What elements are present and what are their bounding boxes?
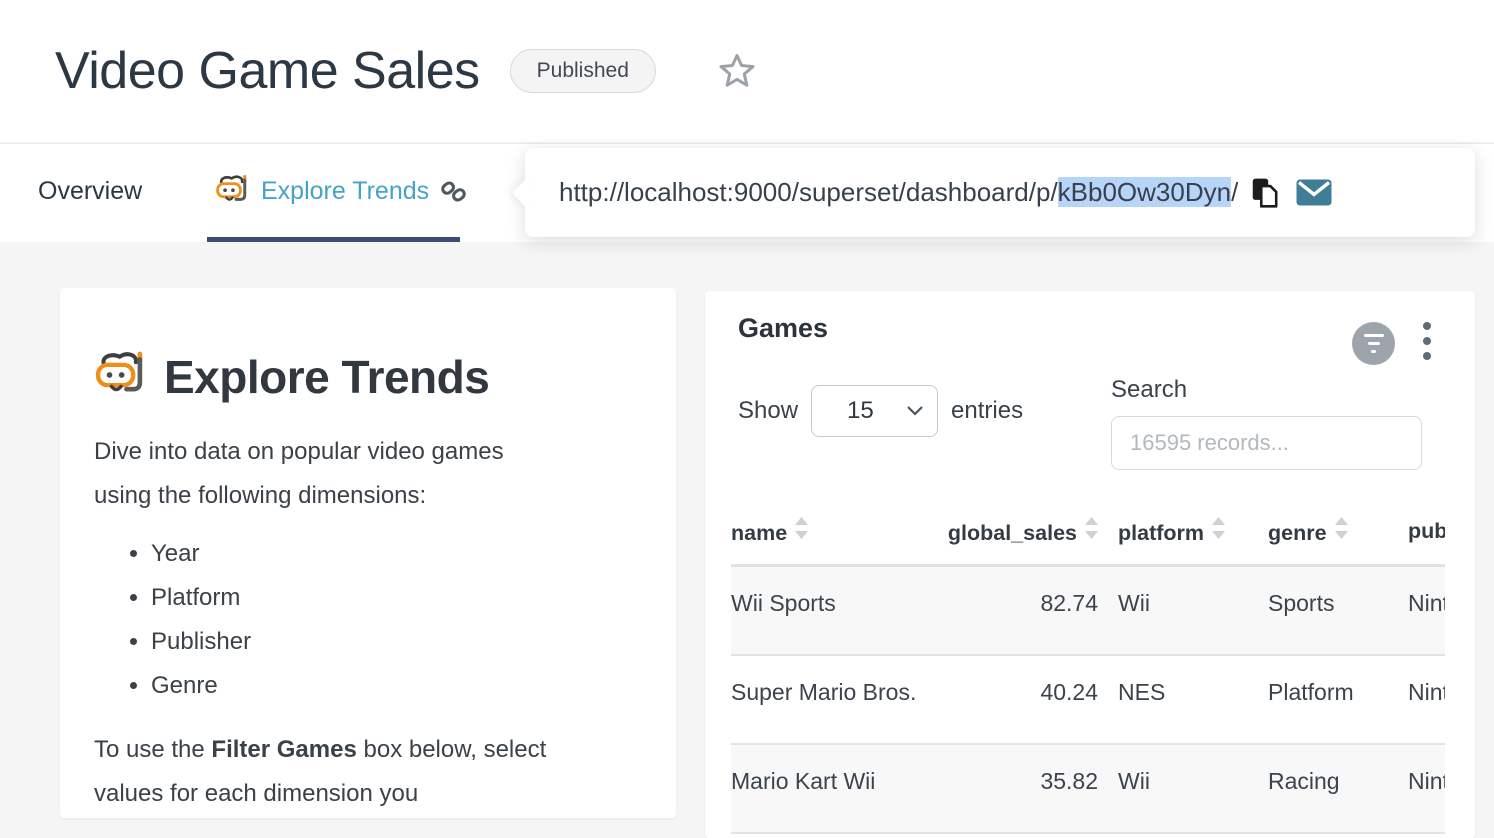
- search-input[interactable]: [1111, 416, 1422, 470]
- chain-link-icon[interactable]: [440, 178, 467, 205]
- list-item: Genre: [151, 664, 564, 708]
- selected-url-token: kBb0Ow30Dyn: [1058, 177, 1231, 207]
- column-header-genre[interactable]: genre: [1248, 505, 1388, 566]
- sort-arrows-icon: [795, 517, 808, 545]
- active-tab-underline: [207, 237, 460, 242]
- dimension-list: Year Platform Publisher Genre: [94, 532, 564, 708]
- games-table: name global_sales platform genre pub Wii…: [731, 505, 1445, 834]
- copy-icon[interactable]: [1250, 177, 1280, 209]
- table-row: Super Mario Bros. 40.24 NES Platform Nin…: [731, 655, 1445, 744]
- chart-title: Games: [738, 313, 828, 344]
- usage-instructions: To use the Filter Games box below, selec…: [94, 728, 564, 816]
- tab-explore-trends[interactable]: Explore Trends: [215, 144, 467, 238]
- table-row: Wii Sports 82.74 Wii Sports Nint: [731, 566, 1445, 655]
- favorite-star-icon[interactable]: [718, 52, 756, 90]
- column-header-platform[interactable]: platform: [1098, 505, 1248, 566]
- explore-card-title: Explore Trends: [164, 350, 489, 404]
- filter-indicator-icon[interactable]: [1352, 322, 1395, 365]
- entries-label: entries: [951, 397, 1023, 425]
- diving-mask-icon: [94, 350, 148, 404]
- tab-overview[interactable]: Overview: [38, 144, 142, 238]
- page-size-value: 15: [847, 397, 874, 425]
- column-header-global-sales[interactable]: global_sales: [921, 505, 1098, 566]
- more-options-menu-icon[interactable]: [1421, 320, 1433, 362]
- list-item: Platform: [151, 576, 564, 620]
- games-chart-card: Games Show 15 entries Search name global…: [705, 291, 1475, 838]
- sort-arrows-icon: [1335, 517, 1348, 545]
- dashboard-header: Video Game Sales Published: [0, 0, 1494, 142]
- sort-arrows-icon: [1212, 517, 1225, 545]
- share-url-popover: http://localhost:9000/superset/dashboard…: [525, 148, 1475, 237]
- explore-trends-card: Explore Trends Dive into data on popular…: [60, 288, 676, 818]
- table-row: Mario Kart Wii 35.82 Wii Racing Nint: [731, 744, 1445, 833]
- list-item: Year: [151, 532, 564, 576]
- page-title: Video Game Sales: [55, 41, 480, 101]
- column-header-publisher[interactable]: pub: [1388, 505, 1445, 566]
- page-size-select[interactable]: 15: [811, 385, 938, 437]
- share-url-text: http://localhost:9000/superset/dashboard…: [559, 177, 1238, 208]
- envelope-icon[interactable]: [1296, 179, 1332, 206]
- column-header-name[interactable]: name: [731, 505, 921, 566]
- show-label: Show: [738, 397, 798, 425]
- explore-intro-text: Dive into data on popular video games us…: [94, 430, 564, 518]
- chevron-down-icon: [907, 406, 923, 416]
- tab-explore-trends-label: Explore Trends: [261, 177, 429, 206]
- published-badge[interactable]: Published: [510, 49, 656, 93]
- list-item: Publisher: [151, 620, 564, 664]
- diving-mask-icon: [215, 174, 250, 209]
- search-label: Search: [1111, 376, 1422, 404]
- games-table-container: name global_sales platform genre pub Wii…: [731, 505, 1445, 838]
- sort-arrows-icon: [1085, 517, 1098, 545]
